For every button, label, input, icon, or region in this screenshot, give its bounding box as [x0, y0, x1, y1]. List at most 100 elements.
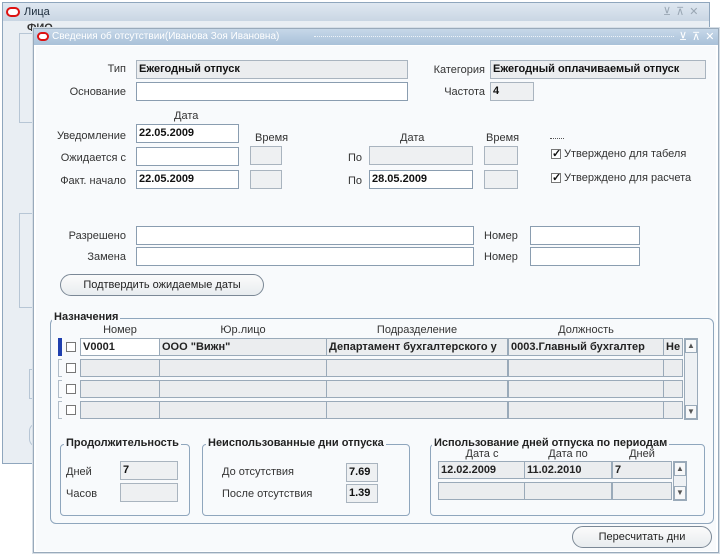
assignment-department-cell[interactable]: [326, 359, 508, 377]
category-label: Категория: [433, 64, 485, 76]
usage-from-header: Дата с: [465, 448, 499, 460]
usage-to-cell[interactable]: 11.02.2010: [524, 461, 612, 479]
scroll-down-icon[interactable]: ▼: [674, 486, 686, 500]
authorized-number-field[interactable]: [530, 226, 640, 245]
scroll-up-icon[interactable]: ▲: [685, 339, 697, 353]
expected-to-field[interactable]: [369, 146, 473, 165]
assignment-legal-entity-cell[interactable]: [159, 359, 327, 377]
replacement-label: Замена: [87, 251, 126, 263]
actual-to-field[interactable]: 28.05.2009: [369, 170, 473, 189]
row-select-checkbox[interactable]: [66, 363, 76, 373]
usage-from-cell[interactable]: 12.02.2009: [438, 461, 526, 479]
assignment-number-cell[interactable]: [80, 380, 160, 398]
absence-dialog: Сведения об отсутствии(Иванова Зоя Ивано…: [33, 28, 719, 553]
col-number-header: Номер: [103, 324, 137, 336]
time-header: Время: [255, 132, 289, 144]
before-absence-field[interactable]: 7.69: [346, 463, 378, 482]
duration-days-label: Дней: [66, 466, 92, 478]
actual-start-label: Факт. начало: [60, 175, 126, 187]
assignment-position-cell[interactable]: [508, 359, 664, 377]
assignment-department-cell[interactable]: [326, 380, 508, 398]
expected-to-time-field[interactable]: [484, 146, 518, 165]
confirm-expected-dates-button[interactable]: Подтвердить ожидаемые даты: [60, 274, 264, 296]
notify-date-field[interactable]: 22.05.2009: [136, 124, 239, 143]
basis-field[interactable]: [136, 82, 408, 101]
usage-scrollbar[interactable]: ▲ ▼: [673, 461, 687, 501]
assignment-extra-cell[interactable]: [663, 359, 683, 377]
assignment-legal-entity-cell[interactable]: [159, 380, 327, 398]
category-field[interactable]: Ежегодный оплачиваемый отпуск: [490, 60, 706, 79]
oracle-window-icon: [6, 7, 20, 17]
oracle-dialog-icon: [37, 32, 49, 41]
assignment-number-cell[interactable]: V0001: [80, 338, 160, 356]
notify-label: Уведомление: [57, 130, 126, 142]
expected-label: Ожидается с: [60, 152, 126, 164]
assignment-number-cell[interactable]: [80, 401, 160, 419]
usage-days-cell[interactable]: [612, 482, 672, 500]
dialog-panel: Тип Ежегодный отпуск Категория Ежегодный…: [36, 46, 716, 551]
duration-group: [60, 444, 190, 516]
row-marker: [58, 359, 62, 377]
back-window-titlebar: Лица ⊻ ⊼ ✕: [3, 3, 709, 21]
scroll-down-icon[interactable]: ▼: [685, 405, 697, 419]
actual-start-time-field[interactable]: [250, 170, 282, 189]
expected-to-label: По: [348, 152, 363, 164]
usage-from-cell[interactable]: [438, 482, 526, 500]
assignment-position-cell[interactable]: [508, 380, 664, 398]
assignment-extra-cell[interactable]: [663, 380, 683, 398]
approved-payroll-checkbox[interactable]: [551, 171, 561, 184]
type-label: Тип: [107, 63, 126, 75]
frequency-field[interactable]: 4: [490, 82, 534, 101]
assignment-extra-cell[interactable]: [663, 401, 683, 419]
duration-hours-label: Часов: [66, 488, 98, 500]
assignment-extra-cell[interactable]: Не: [663, 338, 683, 356]
assignment-position-cell[interactable]: [508, 401, 664, 419]
duration-title: Продолжительность: [64, 437, 181, 449]
date-header: Дата: [174, 110, 199, 122]
back-window-title: Лица: [24, 6, 50, 18]
replacement-field[interactable]: [136, 247, 474, 266]
row-select-checkbox[interactable]: [66, 342, 76, 352]
replacement-number-field[interactable]: [530, 247, 640, 266]
frequency-label: Частота: [444, 86, 485, 98]
row-select-checkbox[interactable]: [66, 405, 76, 415]
expected-date-field[interactable]: [136, 147, 239, 166]
row-select-checkbox[interactable]: [66, 384, 76, 394]
approved-timesheet-label: Утверждено для табеля: [564, 148, 687, 160]
back-window-controls[interactable]: ⊻ ⊼ ✕: [663, 3, 699, 21]
type-field[interactable]: Ежегодный отпуск: [136, 60, 408, 79]
assignments-title: Назначения: [52, 311, 121, 323]
usage-to-cell[interactable]: [524, 482, 612, 500]
unused-days-title: Неиспользованные дни отпуска: [206, 437, 386, 449]
usage-to-header: Дата по: [548, 448, 588, 460]
time-header-2: Время: [486, 132, 520, 144]
actual-to-time-field[interactable]: [484, 170, 518, 189]
duration-hours-field[interactable]: [120, 483, 178, 502]
unused-days-group: [202, 444, 410, 516]
col-legal-entity-header: Юр.лицо: [220, 324, 266, 336]
back-panel-edge-2: [19, 213, 33, 308]
usage-days-header: Дней: [629, 448, 655, 460]
authorized-field[interactable]: [136, 226, 474, 245]
dialog-controls[interactable]: ⊻ ⊼ ✕: [679, 28, 715, 46]
approved-timesheet-checkbox[interactable]: [551, 147, 561, 160]
assignments-scrollbar[interactable]: ▲ ▼: [684, 338, 698, 420]
back-panel-edge: [19, 33, 33, 123]
replacement-number-label: Номер: [484, 251, 518, 263]
actual-to-label: По: [348, 175, 363, 187]
assignment-legal-entity-cell[interactable]: [159, 401, 327, 419]
assignment-number-cell[interactable]: [80, 359, 160, 377]
recalculate-days-button[interactable]: Пересчитать дни: [572, 526, 712, 548]
after-absence-field[interactable]: 1.39: [346, 484, 378, 503]
scroll-up-icon[interactable]: ▲: [674, 462, 686, 476]
usage-days-cell[interactable]: 7: [612, 461, 672, 479]
assignment-legal-entity-cell[interactable]: ООО "Вижн": [159, 338, 327, 356]
duration-days-field[interactable]: 7: [120, 461, 178, 480]
assignment-department-cell[interactable]: Департамент бухгалтерского у: [326, 338, 508, 356]
assignment-position-cell[interactable]: 0003.Главный бухгалтер: [508, 338, 664, 356]
dialog-title: Сведения об отсутствии(Иванова Зоя Ивано…: [52, 31, 280, 42]
notify-time-field[interactable]: [250, 146, 282, 165]
assignment-department-cell[interactable]: [326, 401, 508, 419]
actual-start-date-field[interactable]: 22.05.2009: [136, 170, 239, 189]
approved-payroll-label: Утверждено для расчета: [564, 172, 692, 184]
